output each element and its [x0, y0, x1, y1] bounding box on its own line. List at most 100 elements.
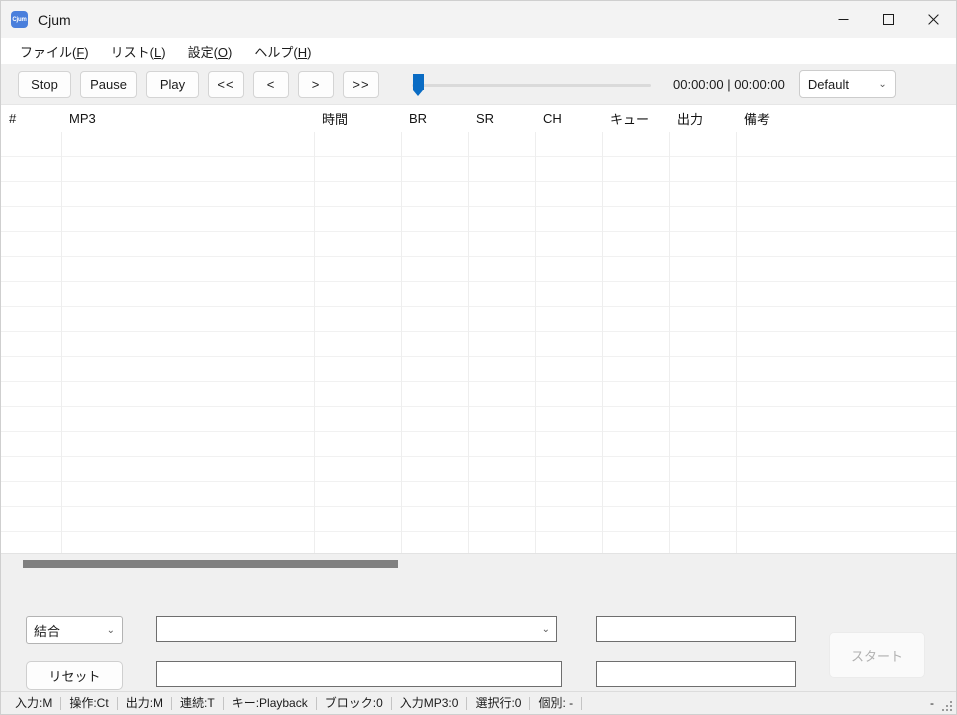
- horizontal-scrollbar[interactable]: [1, 553, 956, 573]
- status-right-text: -: [930, 696, 934, 710]
- column-header-4[interactable]: BR: [401, 105, 468, 132]
- table-row[interactable]: [1, 282, 956, 307]
- menu-help-tail: ): [307, 44, 312, 60]
- status-key: キー:Playback: [224, 696, 317, 710]
- horizontal-scrollbar-thumb[interactable]: [23, 559, 398, 568]
- mode-dropdown[interactable]: 結合 ⌄: [26, 616, 123, 644]
- column-header-label: キュー: [610, 112, 650, 127]
- table-row[interactable]: [1, 357, 956, 382]
- seek-slider-track: [412, 84, 651, 87]
- column-header-9[interactable]: 備考: [736, 105, 956, 132]
- status-block-count: ブロック:0: [317, 696, 392, 710]
- column-header-label: 出力: [677, 112, 704, 127]
- seek-slider-thumb[interactable]: [413, 74, 424, 96]
- play-button[interactable]: Play: [146, 70, 199, 98]
- pause-button[interactable]: Pause: [80, 70, 137, 98]
- menu-help-accel: H: [297, 44, 308, 60]
- operation-panel: 結合 ⌄ リセット ⌄ スタート: [1, 573, 956, 691]
- menu-list-tail: ): [161, 44, 166, 60]
- window-controls: [821, 1, 956, 38]
- time-display: 00:00:00 | 00:00:00: [673, 76, 785, 92]
- reset-button[interactable]: リセット: [26, 661, 123, 690]
- table-row[interactable]: [1, 157, 956, 182]
- status-input-mp3-count: 入力MP3:0: [392, 696, 468, 710]
- table-row[interactable]: [1, 482, 956, 507]
- column-header-label: #: [9, 111, 17, 126]
- close-icon[interactable]: [911, 1, 956, 38]
- column-header-label: BR: [409, 111, 428, 126]
- target-combo[interactable]: ⌄: [156, 616, 557, 642]
- column-header-label: 備考: [744, 112, 771, 127]
- table-row[interactable]: [1, 382, 956, 407]
- title-bar: Cjum Cjum: [1, 1, 956, 38]
- column-header-6[interactable]: CH: [535, 105, 602, 132]
- column-header-label: SR: [476, 111, 495, 126]
- menu-settings[interactable]: 設定(O): [179, 39, 242, 64]
- reset-button-wrap: リセット: [26, 661, 123, 690]
- status-input-mode: 入力:M: [7, 696, 62, 710]
- column-header-7[interactable]: キュー: [602, 105, 669, 132]
- app-icon: Cjum: [11, 11, 28, 28]
- output-name-input[interactable]: [156, 661, 562, 687]
- playlist-table-body[interactable]: [1, 132, 956, 553]
- table-row[interactable]: [1, 307, 956, 332]
- param-a-input[interactable]: [596, 616, 796, 642]
- table-row[interactable]: [1, 507, 956, 532]
- menu-file[interactable]: ファイル(F): [11, 39, 98, 64]
- table-row[interactable]: [1, 432, 956, 457]
- maximize-icon[interactable]: [866, 1, 911, 38]
- table-row[interactable]: [1, 232, 956, 257]
- playlist-table-header: # MP3 時間 BR SR CH キュー 出力 備考: [1, 105, 956, 132]
- column-header-label: 時間: [322, 112, 349, 127]
- preset-dropdown-value: Default: [807, 76, 850, 92]
- mode-dropdown-value: 結合: [34, 623, 61, 639]
- maximize-glyph: [883, 14, 894, 25]
- status-selected-rows: 選択行:0: [467, 696, 531, 710]
- status-operation: 操作:Ct: [61, 696, 118, 710]
- table-row[interactable]: [1, 207, 956, 232]
- menu-help-text: ヘルプ(: [254, 44, 298, 60]
- minimize-glyph: [838, 19, 849, 20]
- table-row[interactable]: [1, 182, 956, 207]
- menu-settings-tail: ): [228, 44, 233, 60]
- preset-dropdown[interactable]: Default ⌄: [798, 70, 896, 98]
- start-button-wrap: スタート: [829, 632, 925, 678]
- menu-file-tail: ): [84, 44, 89, 60]
- menu-settings-accel: O: [217, 44, 229, 60]
- close-glyph: [928, 14, 939, 25]
- column-header-2[interactable]: MP3: [61, 105, 314, 132]
- table-row[interactable]: [1, 257, 956, 282]
- status-continuous: 連続:T: [172, 696, 224, 710]
- seek-slider[interactable]: [402, 69, 651, 99]
- column-header-8[interactable]: 出力: [669, 105, 736, 132]
- playlist-table[interactable]: # MP3 時間 BR SR CH キュー 出力 備考: [1, 104, 956, 553]
- status-bar: 入力:M 操作:Ct 出力:M 連続:T キー:Playback ブロック:0 …: [1, 691, 956, 714]
- application-window: Cjum Cjum ファイル(F) リスト(L) 設定(O) ヘルプ(H) St…: [0, 0, 957, 715]
- playback-toolbar: Stop Pause Play << < > >> 00:00:00 | 00:…: [1, 64, 956, 104]
- mode-dropdown-wrap: 結合 ⌄: [26, 616, 123, 644]
- column-header-1[interactable]: #: [1, 105, 61, 132]
- param-b-input[interactable]: [596, 661, 796, 687]
- right-bottom-field-wrap: [596, 661, 796, 687]
- menu-settings-text: 設定(: [187, 44, 218, 60]
- stop-button[interactable]: Stop: [18, 70, 71, 98]
- step-forward-button[interactable]: >: [298, 70, 334, 98]
- resize-grip-icon[interactable]: [941, 700, 952, 711]
- menu-list[interactable]: リスト(L): [102, 39, 175, 64]
- table-row[interactable]: [1, 532, 956, 553]
- column-header-5[interactable]: SR: [468, 105, 535, 132]
- menu-file-text: ファイル(: [20, 44, 77, 60]
- start-button[interactable]: スタート: [829, 632, 925, 678]
- skip-forward-button[interactable]: >>: [343, 70, 379, 98]
- table-row[interactable]: [1, 132, 956, 157]
- column-header-label: MP3: [69, 111, 96, 126]
- table-row[interactable]: [1, 407, 956, 432]
- menu-help[interactable]: ヘルプ(H): [245, 39, 320, 64]
- menu-list-text: リスト(: [110, 44, 154, 60]
- step-back-button[interactable]: <: [253, 70, 289, 98]
- table-row[interactable]: [1, 332, 956, 357]
- column-header-3[interactable]: 時間: [314, 105, 401, 132]
- minimize-icon[interactable]: [821, 1, 866, 38]
- skip-back-button[interactable]: <<: [208, 70, 244, 98]
- table-row[interactable]: [1, 457, 956, 482]
